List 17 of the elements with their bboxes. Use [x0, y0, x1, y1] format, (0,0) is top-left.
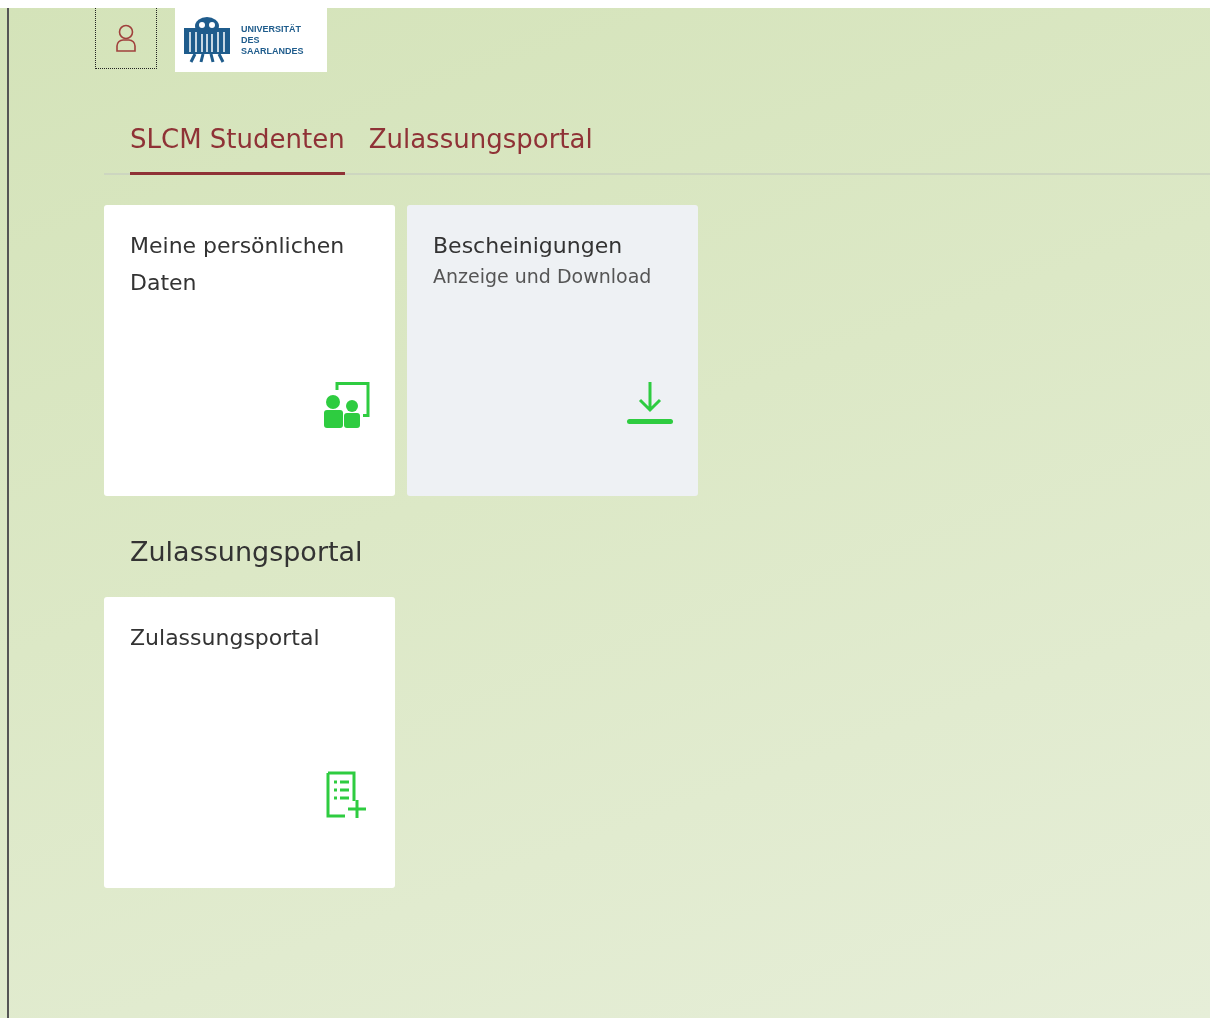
logo-text: UNIVERSITÄT [241, 23, 302, 35]
user-button[interactable] [95, 8, 157, 69]
tab[interactable]: Zulassungsportal [368, 124, 593, 175]
user-icon [115, 24, 137, 52]
tile-title: Meine persönlichen Daten [130, 232, 346, 297]
logo-text: SAARLANDES [241, 45, 304, 57]
tile-subtitle: Anzeige und Download [433, 264, 653, 288]
tile-title: Bescheinigungen [433, 232, 624, 260]
people-icon [323, 380, 371, 428]
tab[interactable]: SLCM Studenten [130, 124, 345, 175]
section-heading: Zulassungsportal [130, 536, 364, 567]
logo-text: DES [241, 34, 261, 46]
tile-title: Zulassungsportal [130, 624, 321, 652]
app-tile[interactable]: Zulassungsportal [104, 597, 395, 888]
app-tile[interactable]: Bescheinigungen Anzeige und Download [407, 205, 698, 496]
owl-emblem-icon [181, 16, 233, 64]
app-tile[interactable]: Meine persönlichen Daten [104, 205, 395, 496]
